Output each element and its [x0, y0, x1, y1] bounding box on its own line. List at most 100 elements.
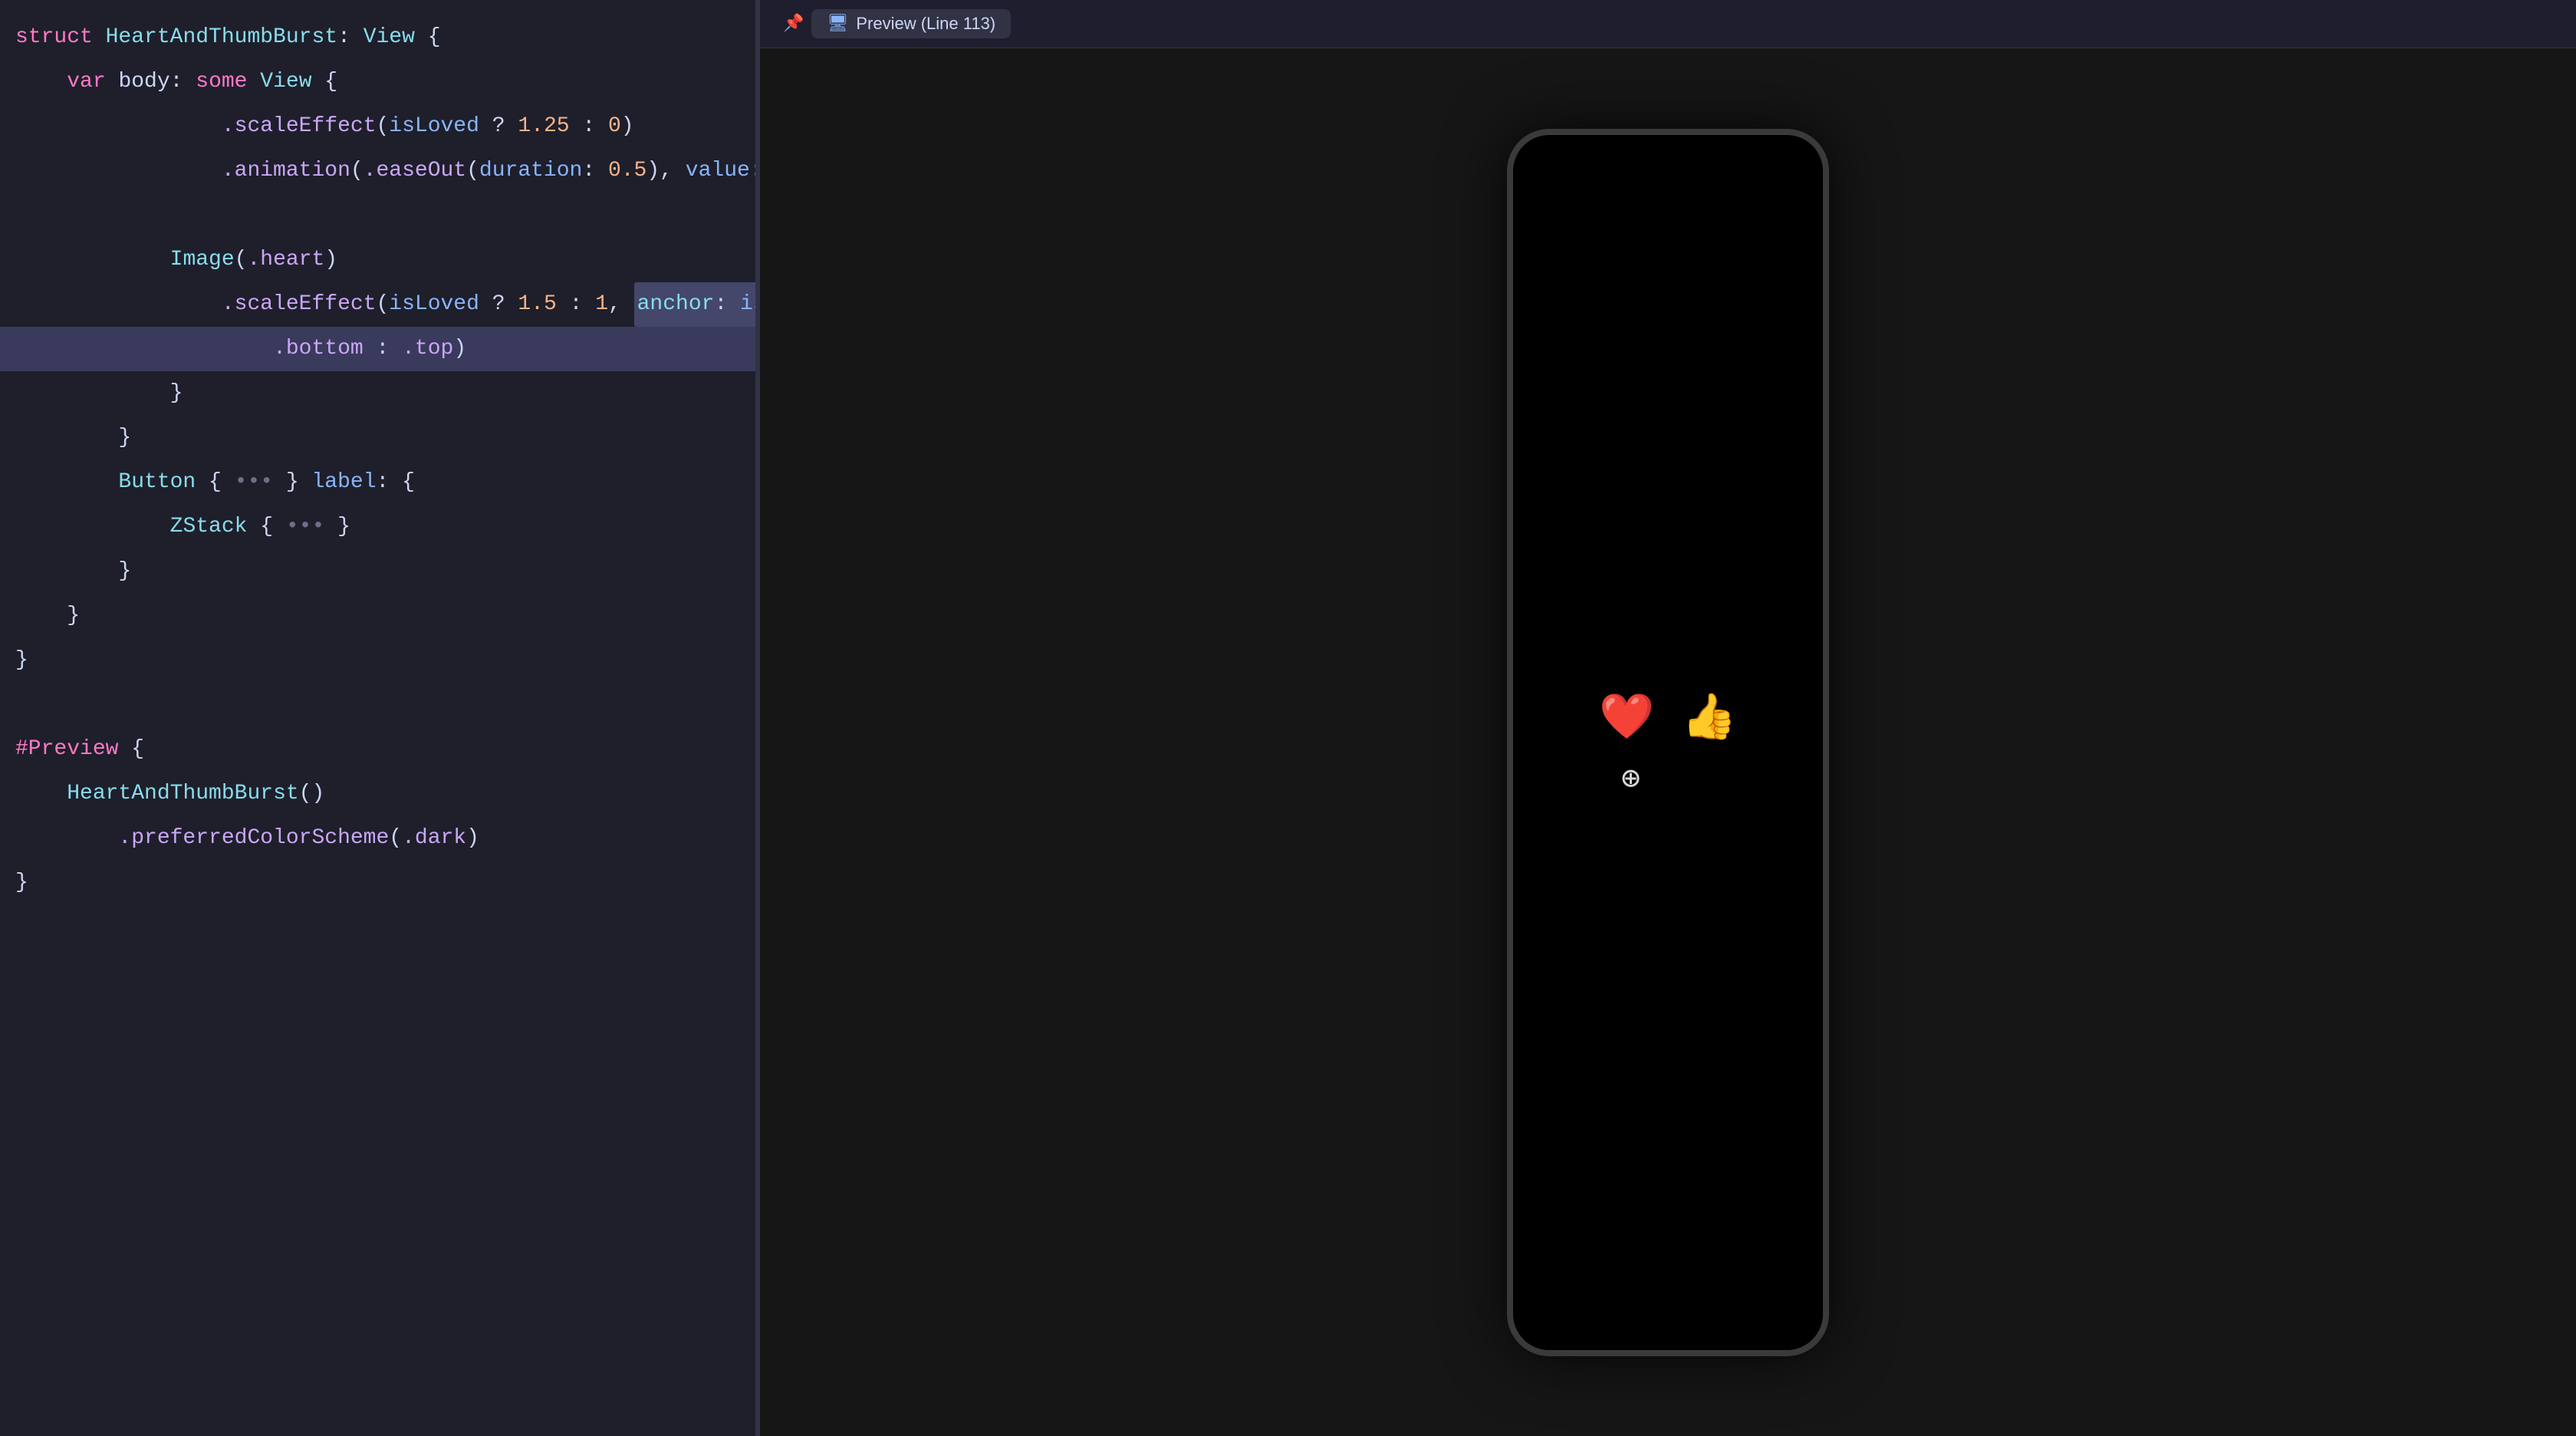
parens-18: ()	[299, 772, 325, 816]
num-1: 1	[595, 282, 608, 327]
code-line-1: struct HeartAndThumbBurst: View {	[0, 15, 755, 60]
code-line-18: HeartAndThumbBurst()	[0, 772, 755, 816]
colon2: :	[582, 149, 608, 193]
colon4: :	[557, 282, 595, 327]
code-line-20: }	[0, 861, 755, 905]
editor-panel: struct HeartAndThumbBurst: View { var bo…	[0, 0, 755, 1436]
paren6: (	[235, 238, 248, 282]
brace-close5: }	[15, 638, 28, 683]
code-line-13: }	[0, 549, 755, 594]
param-duration: duration	[479, 149, 582, 193]
preview-header-left: 📌 🖥 Preview (Line 113)	[783, 9, 1011, 38]
body-name: body	[118, 60, 169, 104]
type-name: HeartAndThumbBurst	[106, 15, 337, 60]
code-line-11: Button { ••• } label: {	[0, 460, 755, 505]
colon1: :	[570, 104, 608, 149]
phone-mockup: ❤️ 👍 ⊕	[1507, 129, 1829, 1356]
preview-title-badge[interactable]: 🖥 Preview (Line 113)	[811, 9, 1011, 38]
paren4: ),	[646, 149, 685, 193]
code-line-14: }	[0, 594, 755, 638]
code-line-16	[0, 683, 755, 727]
type-heartburst: HeartAndThumbBurst	[67, 772, 298, 816]
paren-close1: )	[621, 104, 634, 149]
ternary1: ?	[479, 104, 518, 149]
param-isloved1: isLoved	[389, 104, 479, 149]
preview-device-icon: 🖥	[827, 14, 848, 34]
code-line-12: ZStack { ••• }	[0, 505, 755, 549]
num-0: 0	[608, 104, 621, 149]
comma1: ,	[608, 282, 634, 327]
phone-container: ❤️ 👍 ⊕	[760, 48, 2576, 1436]
brace-12: }	[337, 505, 350, 549]
method-bottom: .bottom	[273, 327, 364, 371]
keyword-some: some	[196, 60, 260, 104]
code-line-3: .scaleEffect(isLoved ? 1.25 : 0)	[0, 104, 755, 149]
label-11: }	[286, 460, 312, 505]
brace-close4: }	[67, 594, 80, 638]
indent-6	[15, 238, 170, 282]
indent-7	[15, 282, 222, 327]
brace-close2: }	[118, 416, 131, 460]
indent-13	[15, 549, 118, 594]
code-line-8: .bottom : .top)	[0, 327, 755, 371]
method-heart: .heart	[247, 238, 324, 282]
code-line-17: #Preview {	[0, 727, 755, 772]
space-12: {	[247, 505, 273, 549]
paren3: (	[466, 149, 479, 193]
ternary2: ?	[479, 282, 518, 327]
paren2: (	[350, 149, 364, 193]
paren-close2: )	[453, 327, 466, 371]
ellipsis-11: •••	[222, 460, 286, 505]
indent-18	[15, 772, 67, 816]
indent-19	[15, 816, 118, 861]
param-isloved3: isLoved	[389, 282, 479, 327]
brace-open: {	[312, 60, 338, 104]
code-line-19: .preferredColorScheme(.dark)	[0, 816, 755, 861]
colon-11: : {	[377, 460, 415, 505]
colon3: :	[750, 149, 755, 193]
type-image: Image	[170, 238, 235, 282]
indent-8	[15, 327, 273, 371]
paren-19: (	[389, 816, 402, 861]
keyword-struct: struct	[15, 15, 106, 60]
paren8: (	[376, 282, 389, 327]
type-view: View	[364, 15, 415, 60]
param-value: value	[686, 149, 750, 193]
keyword-var: var	[67, 60, 118, 104]
indent-9	[15, 371, 170, 416]
heart-emoji: ❤️	[1599, 690, 1654, 745]
code-line-15: }	[0, 638, 755, 683]
method-preferred: .preferredColorScheme	[118, 816, 389, 861]
method-easeout: .easeOut	[364, 149, 466, 193]
pin-icon: 📌	[783, 14, 804, 34]
cursor-icon: ⊕	[1621, 759, 1640, 799]
method-scaleeffect1: .scaleEffect	[222, 104, 377, 149]
brace-close3: }	[118, 549, 131, 594]
emoji-row: ❤️ 👍	[1599, 690, 1736, 745]
code-line-7: .scaleEffect(isLoved ? 1.5 : 1, anchor: …	[0, 282, 755, 327]
indent-12	[15, 505, 170, 549]
code-area[interactable]: struct HeartAndThumbBurst: View { var bo…	[0, 0, 755, 921]
empty-line-16	[15, 683, 28, 727]
paren-open1: (	[376, 104, 389, 149]
preview-panel: 📌 🖥 Preview (Line 113) ❤️ 👍 ⊕	[760, 0, 2576, 1436]
method-top: .top	[402, 327, 453, 371]
code-plain: :	[337, 15, 364, 60]
param-anchor: anchor: isLoved ?	[634, 282, 755, 327]
thumb-emoji: 👍	[1682, 690, 1737, 745]
colon5: :	[364, 327, 402, 371]
indent-2	[15, 60, 67, 104]
preview-brace: {	[118, 727, 144, 772]
indent-11	[15, 460, 118, 505]
space-11: {	[196, 460, 222, 505]
num-05: 0.5	[608, 149, 646, 193]
method-dark: .dark	[402, 816, 466, 861]
preview-header: 📌 🖥 Preview (Line 113)	[760, 0, 2576, 48]
method-scaleeffect2: .scaleEffect	[222, 282, 377, 327]
method-animation: .animation	[222, 149, 350, 193]
indent-4	[15, 149, 222, 193]
type-view2: View	[260, 60, 311, 104]
type-button: Button	[118, 460, 196, 505]
code-line-10: }	[0, 416, 755, 460]
brace-close1: }	[170, 371, 183, 416]
